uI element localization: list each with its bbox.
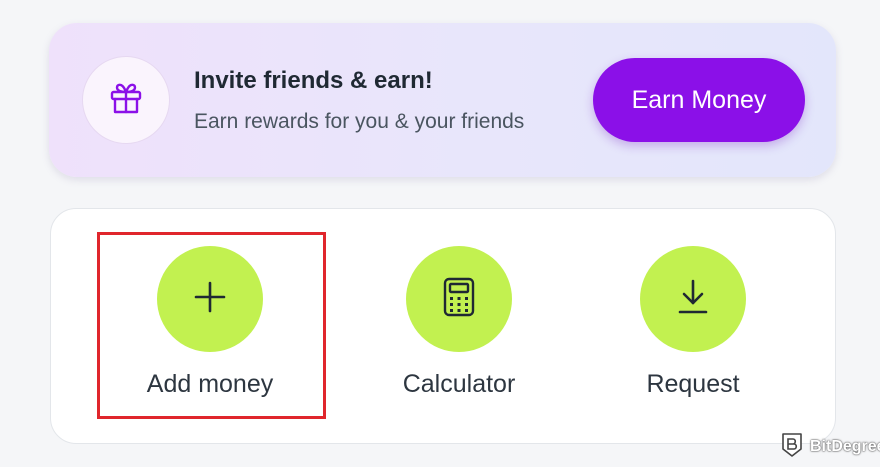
request-action[interactable]: Request <box>583 246 803 406</box>
promo-subtitle: Earn rewards for you & your friends <box>194 110 525 133</box>
request-label: Request <box>646 370 740 398</box>
calculator-action[interactable]: Calculator <box>349 246 569 406</box>
add-money-action[interactable]: Add money <box>100 246 320 406</box>
bitdegree-watermark: BitDegree <box>780 432 880 462</box>
watermark-text: BitDegree <box>810 438 880 455</box>
request-circle[interactable] <box>640 246 746 352</box>
earn-money-button[interactable]: Earn Money <box>593 58 805 142</box>
invite-promo-banner: Invite friends & earn! Earn rewards for … <box>49 23 836 177</box>
download-icon <box>675 278 711 321</box>
bitdegree-logo-icon <box>780 432 804 463</box>
calculator-icon <box>441 276 477 323</box>
plus-icon <box>192 279 228 320</box>
add-money-circle[interactable] <box>157 246 263 352</box>
calculator-label: Calculator <box>402 370 516 398</box>
add-money-label: Add money <box>146 370 274 398</box>
gift-icon-badge <box>82 56 170 144</box>
gift-icon <box>106 78 146 123</box>
page: Invite friends & earn! Earn rewards for … <box>0 0 880 467</box>
promo-title: Invite friends & earn! <box>194 67 433 94</box>
quick-actions-card: Add money Calculator Request <box>50 208 836 444</box>
calculator-circle[interactable] <box>406 246 512 352</box>
